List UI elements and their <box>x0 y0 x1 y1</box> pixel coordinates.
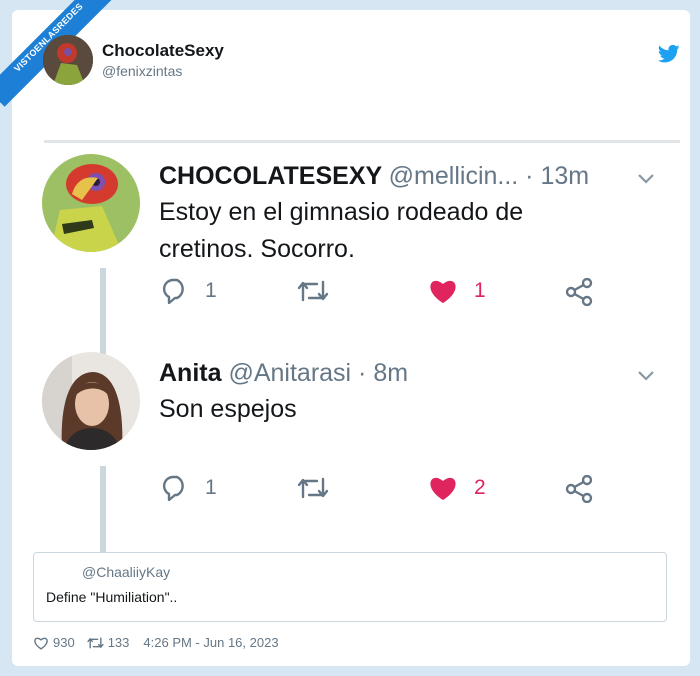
tweet-author-row[interactable]: CHOCOLATESEXY @mellicin... · 13m <box>159 162 589 191</box>
chevron-down-icon[interactable] <box>637 370 655 382</box>
retweet-icon <box>297 280 329 302</box>
quoted-tweet[interactable]: @ChaaliiyKay Define "Humiliation".. <box>33 552 667 622</box>
retweet-icon <box>297 477 329 499</box>
heart-icon <box>430 477 456 500</box>
chevron-down-icon[interactable] <box>637 173 655 185</box>
tweet-avatar-chocolatesexy[interactable] <box>42 154 140 252</box>
reply-count: 1 <box>205 279 217 302</box>
reply-count: 1 <box>205 476 217 499</box>
retweet-button[interactable] <box>297 278 329 304</box>
tweet-avatar-anita[interactable] <box>42 352 140 450</box>
quoted-handle[interactable]: @ChaaliiyKay <box>82 564 170 580</box>
retweet-icon <box>87 637 104 648</box>
tweet-author-name: Anita <box>159 359 222 387</box>
thread-line <box>100 466 106 554</box>
heart-outline-icon <box>34 637 48 650</box>
reply-icon <box>162 475 184 501</box>
author-avatar[interactable] <box>43 35 93 85</box>
like-count: 2 <box>474 476 486 499</box>
heart-icon <box>430 280 456 303</box>
author-name[interactable]: ChocolateSexy <box>102 41 224 61</box>
tweet-text: Estoy en el gimnasio rodeado de cretinos… <box>159 198 524 263</box>
retweet-button[interactable] <box>297 475 329 501</box>
reply-button[interactable]: 1 <box>161 475 217 501</box>
tweet-meta: @Anitarasi · 8m <box>228 359 409 387</box>
footer-retweet-button[interactable]: 133 <box>87 635 130 650</box>
tweet-author-name: CHOCOLATESEXY <box>159 162 382 190</box>
footer-retweet-count: 133 <box>107 635 130 650</box>
quoted-text: Define "Humiliation".. <box>46 589 178 605</box>
twitter-bird-icon[interactable] <box>658 44 680 64</box>
timestamp[interactable]: 4:26 PM - Jun 16, 2023 <box>143 635 278 650</box>
tweet-meta: @mellicin... · 13m <box>388 162 590 190</box>
divider <box>44 140 680 143</box>
footer-like-button[interactable]: 930 <box>33 635 75 650</box>
reply-icon <box>162 278 184 304</box>
like-button[interactable]: 2 <box>428 475 486 501</box>
like-count: 1 <box>474 279 486 302</box>
author-handle[interactable]: @fenixzintas <box>102 63 182 79</box>
share-icon <box>565 475 593 503</box>
share-button[interactable] <box>565 278 593 306</box>
like-button[interactable]: 1 <box>428 278 486 304</box>
tweet-text: Son espejos <box>159 395 297 423</box>
reply-button[interactable]: 1 <box>161 278 217 304</box>
share-button[interactable] <box>565 475 593 503</box>
thread-line <box>100 268 106 356</box>
share-icon <box>565 278 593 306</box>
tweet-footer: 930 133 4:26 PM - Jun 16, 2023 <box>33 635 279 650</box>
tweet-author-row[interactable]: Anita @Anitarasi · 8m <box>159 359 408 388</box>
footer-like-count: 930 <box>53 635 75 650</box>
